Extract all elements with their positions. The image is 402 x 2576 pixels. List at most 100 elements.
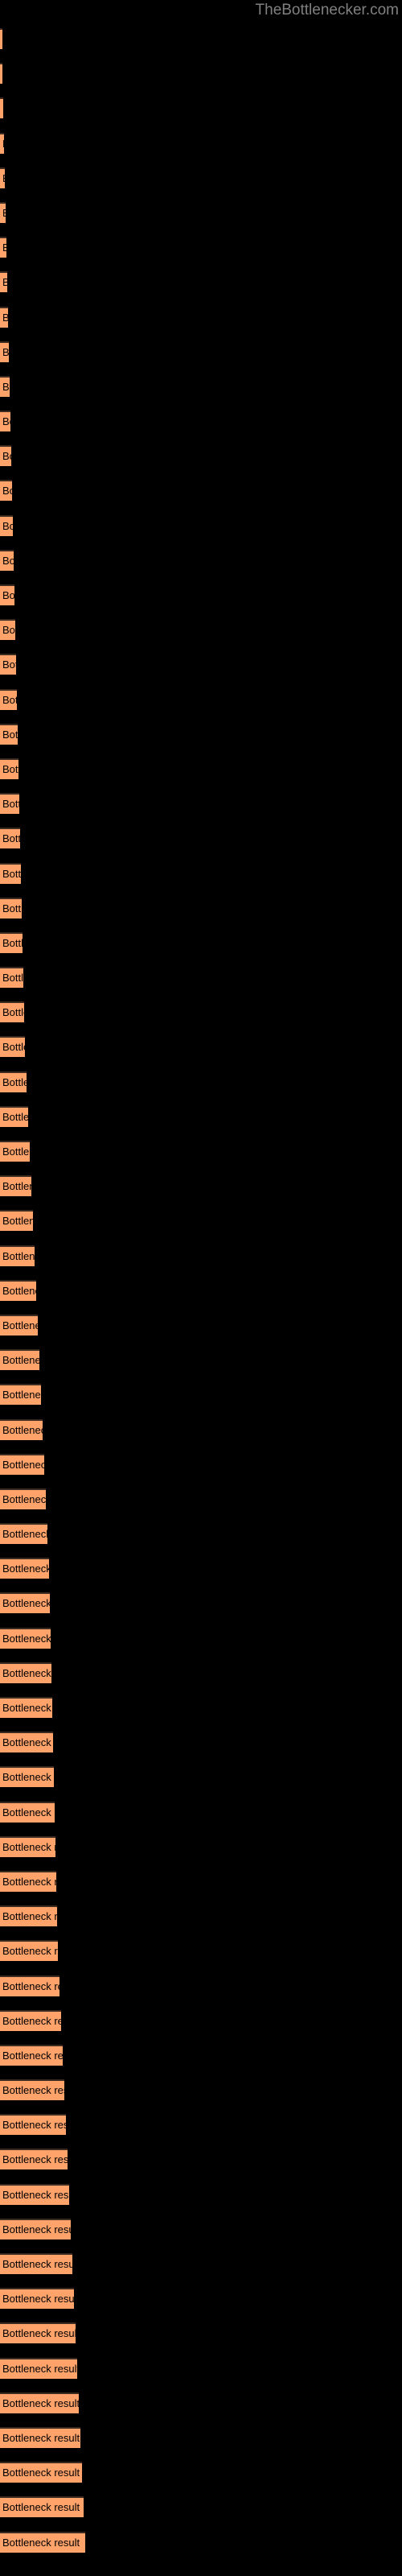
chart-bar: Bottleneck result (0, 584, 14, 605)
chart-bar: Bottleneck result (0, 2288, 74, 2310)
chart-bar-label: Bottleneck result (2, 693, 17, 706)
chart-row: Bottleneck result (0, 1898, 402, 1933)
chart-bar: Bottleneck result (0, 1627, 51, 1649)
chart-row: Bottleneck result (0, 90, 402, 125)
chart-bar-label: Bottleneck result (2, 485, 12, 497)
chart-bar: Bottleneck result (0, 480, 12, 502)
chart-bar: Bottleneck result (0, 2183, 69, 2205)
chart-row: Bottleneck result (0, 1238, 402, 1273)
chart-row: Bottleneck result (0, 1099, 402, 1133)
chart-bar-label: Bottleneck result (2, 728, 18, 741)
chart-bar: Bottleneck result (0, 897, 22, 919)
bar-chart-plot: Bottleneck result Bottleneck result Bottle… (0, 21, 402, 2576)
chart-bar: Bottleneck result (0, 1210, 33, 1232)
chart-bar-label: Bottleneck result (2, 103, 3, 114)
chart-bar-label: Bottleneck result (2, 1771, 54, 1784)
chart-row: Bottleneck result (0, 1759, 402, 1794)
chart-bar: Bottleneck result (0, 2218, 71, 2240)
chart-bar-label: Bottleneck result (2, 242, 6, 254)
chart-bar: Bottleneck result (0, 514, 13, 536)
chart-row: Bottleneck result (0, 1829, 402, 1864)
chart-row: Bottleneck result (0, 1447, 402, 1481)
chart-row: Bottleneck result (0, 2351, 402, 2385)
chart-bar: Bottleneck result (0, 1384, 41, 1406)
chart-bar-label: Bottleneck result (2, 1597, 50, 1610)
chart-row: Bottleneck result (0, 21, 402, 56)
chart-bar: Bottleneck result (0, 1558, 49, 1579)
chart-bar-label: Bottleneck result (2, 2467, 80, 2479)
chart-bar: Bottleneck result (0, 1141, 30, 1162)
chart-bar: Bottleneck result (0, 1905, 57, 1927)
chart-row: Bottleneck result (0, 2037, 402, 2072)
chart-bar: Bottleneck result (0, 1036, 25, 1058)
chart-bar-label: Bottleneck result (2, 832, 20, 845)
chart-row: Bottleneck result (0, 1794, 402, 1829)
chart-bar-label: Bottleneck result (2, 380, 10, 393)
chart-bar: Bottleneck result (0, 2426, 80, 2448)
chart-bar-label: Bottleneck result (2, 2362, 77, 2375)
chart-bar-label: Bottleneck result (2, 1215, 33, 1228)
chart-bar-label: Bottleneck result (2, 2119, 66, 2132)
chart-bar: Bottleneck result (0, 445, 11, 467)
chart-bar-label: Bottleneck result (2, 1945, 58, 1958)
chart-bar: Bottleneck result (0, 2253, 72, 2274)
chart-bar-label: Bottleneck result (2, 1736, 53, 1749)
chart-row: Bottleneck result (0, 56, 402, 90)
chart-row: Bottleneck result (0, 195, 402, 229)
chart-bar: Bottleneck result (0, 1418, 43, 1440)
chart-bar: Bottleneck result (0, 2044, 63, 2066)
chart-bar: Bottleneck result (0, 1697, 52, 1718)
chart-row: Bottleneck result (0, 2281, 402, 2315)
chart-row: Bottleneck result (0, 2141, 402, 2176)
chart-row: Bottleneck result (0, 438, 402, 473)
chart-bar-label: Bottleneck result (2, 2327, 76, 2340)
chart-bar-label: Bottleneck result (2, 902, 22, 914)
chart-bar-label: Bottleneck result (2, 1146, 30, 1158)
chart-row: Bottleneck result (0, 1724, 402, 1759)
chart-bar-label: Bottleneck result (2, 312, 8, 324)
chart-row: Bottleneck result (0, 1620, 402, 1655)
chart-row: Bottleneck result (0, 2385, 402, 2420)
chart-row: Bottleneck result (0, 1585, 402, 1620)
site-watermark: TheBottlenecker.com (255, 2, 399, 19)
chart-bar-label: Bottleneck result (2, 1702, 52, 1714)
chart-bar: Bottleneck result (0, 758, 18, 779)
chart-row: Bottleneck result (0, 820, 402, 855)
chart-bar: Bottleneck result (0, 271, 7, 293)
chart-row: Bottleneck result (0, 682, 402, 716)
chart-bar-label: Bottleneck result (2, 172, 5, 184)
chart-row: Bottleneck result (0, 1133, 402, 1168)
chart-bar-label: Bottleneck result (2, 1423, 43, 1436)
chart-row: Bottleneck result (0, 1864, 402, 1898)
chart-bar-label: Bottleneck result (2, 554, 14, 567)
chart-row: Bottleneck result (0, 925, 402, 960)
chart-row: Bottleneck result (0, 856, 402, 890)
chart-row: Bottleneck result (0, 1481, 402, 1516)
chart-bar-label: Bottleneck result (2, 1458, 44, 1471)
chart-bar: Bottleneck result (0, 1488, 46, 1509)
chart-row: Bottleneck result (0, 1655, 402, 1690)
chart-bar: Bottleneck result (0, 1105, 28, 1127)
chart-bar-label: Bottleneck result (2, 1075, 27, 1088)
chart-bar: Bottleneck result (0, 654, 16, 675)
chart-row: Bottleneck result (0, 2107, 402, 2141)
chart-bar-label: Bottleneck result (2, 1180, 31, 1193)
chart-bar: Bottleneck result (0, 1801, 55, 1823)
chart-bar-label: Bottleneck result (2, 1875, 56, 1888)
chart-bar-label: Bottleneck result (2, 2084, 64, 2097)
chart-bar-label: Bottleneck result (2, 2501, 80, 2514)
chart-bar: Bottleneck result (0, 1245, 35, 1266)
chart-row: Bottleneck result (0, 890, 402, 925)
chart-row: Bottleneck result (0, 1516, 402, 1550)
chart-row: Bottleneck result (0, 1307, 402, 1342)
chart-bar-label: Bottleneck result (2, 2396, 79, 2409)
chart-bar: Bottleneck result (0, 341, 9, 362)
chart-row: Bottleneck result (0, 369, 402, 403)
chart-bar-label: Bottleneck result (2, 345, 9, 358)
chart-bar-label: Bottleneck result (2, 1249, 35, 1262)
chart-row: Bottleneck result (0, 612, 402, 646)
chart-bar-label: Bottleneck result (2, 2536, 80, 2549)
chart-bar: Bottleneck result (0, 931, 23, 953)
chart-row: Bottleneck result (0, 543, 402, 577)
chart-bar: Bottleneck result (0, 1592, 50, 1614)
